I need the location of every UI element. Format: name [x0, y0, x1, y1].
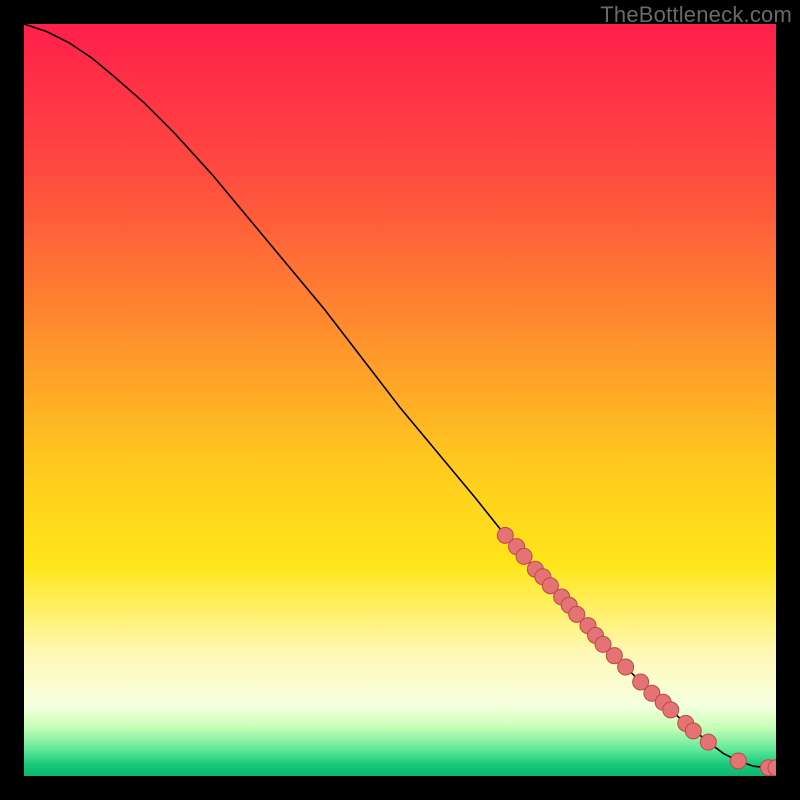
marker-point: [700, 734, 716, 750]
chart-svg: [24, 24, 776, 776]
chart-frame: TheBottleneck.com: [0, 0, 800, 800]
marker-point: [618, 659, 634, 675]
marker-point: [685, 723, 701, 739]
marker-point: [516, 548, 532, 564]
marker-point: [730, 753, 746, 769]
plot-area: [24, 24, 776, 776]
marker-point: [663, 702, 679, 718]
gradient-background: [24, 24, 776, 776]
